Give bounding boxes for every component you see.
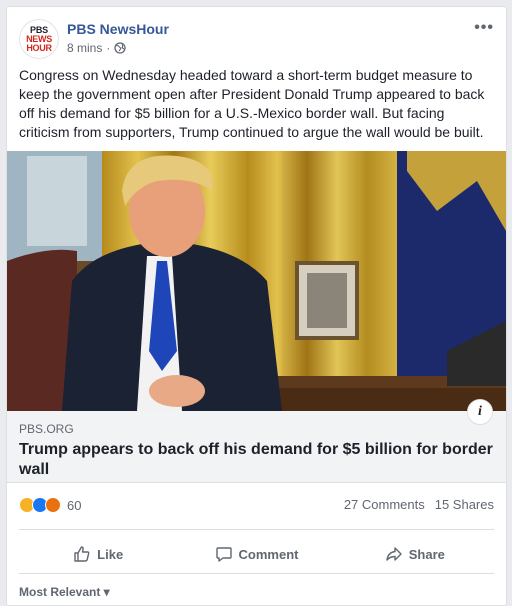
link-domain: PBS.ORG [19,422,74,436]
like-button[interactable]: Like [19,536,177,572]
like-label: Like [97,546,124,562]
reaction-summary[interactable]: 60 [19,497,81,513]
page-name-link[interactable]: PBS NewsHour [67,21,169,37]
post-header: PBS NEWS HOUR PBS NewsHour 8 mins · ••• [19,17,494,61]
share-label: Share [408,546,445,562]
comments-sort-dropdown[interactable]: Most Relevant ▾ [19,585,110,599]
logo-text-hour: HOUR [26,43,52,53]
meta-separator: · [106,41,111,55]
comment-icon [215,547,232,562]
oval-office-photo [7,151,506,411]
link-preview-box[interactable]: i PBS.ORG Trump appears to back off his … [7,399,506,483]
engagement-counts: 27 Comments 15 Shares [344,497,494,512]
share-button[interactable]: Share [336,536,494,572]
link-preview-image[interactable] [7,151,506,411]
page-avatar[interactable]: PBS NEWS HOUR [19,19,59,59]
action-bar: Like Comment Share [19,536,494,572]
comments-count[interactable]: 27 Comments [344,497,425,512]
globe-icon[interactable] [114,42,126,54]
shares-count[interactable]: 15 Shares [435,497,494,512]
comment-label: Comment [238,546,299,562]
reaction-count[interactable]: 60 [67,498,81,513]
divider [19,529,494,530]
divider [19,573,494,574]
comment-button[interactable]: Comment [177,536,335,572]
angry-reaction-icon [45,497,61,513]
post-stats: 60 27 Comments 15 Shares [19,495,494,515]
post-timestamp[interactable]: 8 mins [67,41,102,55]
post-body-text: Congress on Wednesday headed toward a sh… [19,67,485,140]
share-icon [386,547,402,561]
thumbs-up-icon [74,546,90,562]
post-meta: 8 mins · [67,41,126,55]
post-card: PBS NEWS HOUR PBS NewsHour 8 mins · ••• … [6,6,507,606]
info-icon[interactable]: i [467,399,493,425]
link-title[interactable]: Trump appears to back off his demand for… [19,440,499,480]
more-options-icon[interactable]: ••• [474,19,494,37]
